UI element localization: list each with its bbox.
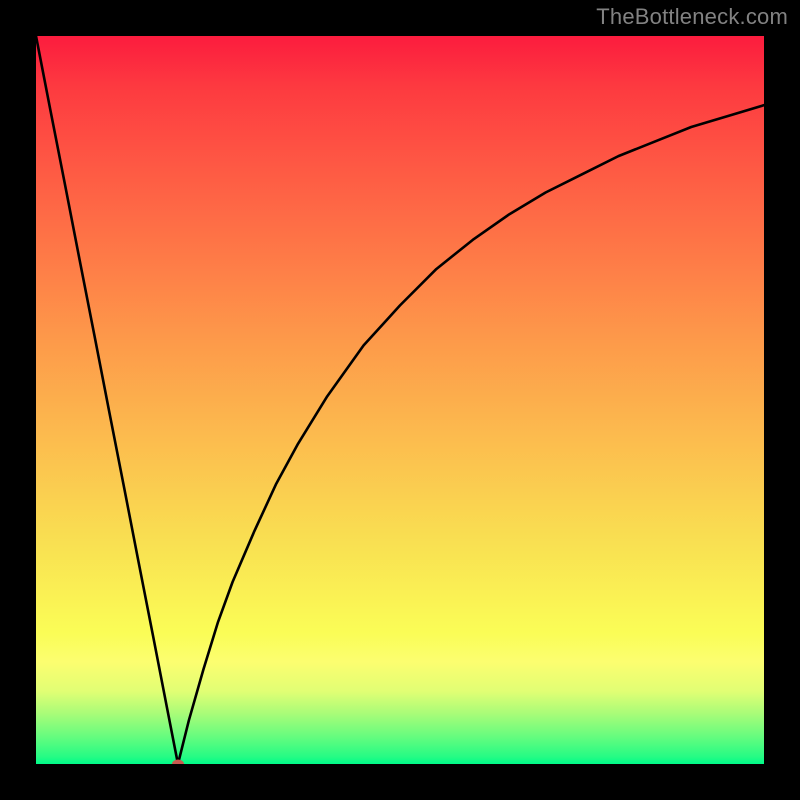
plot-area xyxy=(36,36,764,764)
bottleneck-curve xyxy=(36,36,764,764)
minimum-marker xyxy=(172,760,184,765)
chart-frame: TheBottleneck.com xyxy=(0,0,800,800)
watermark-text: TheBottleneck.com xyxy=(596,4,788,30)
curve-svg xyxy=(36,36,764,764)
